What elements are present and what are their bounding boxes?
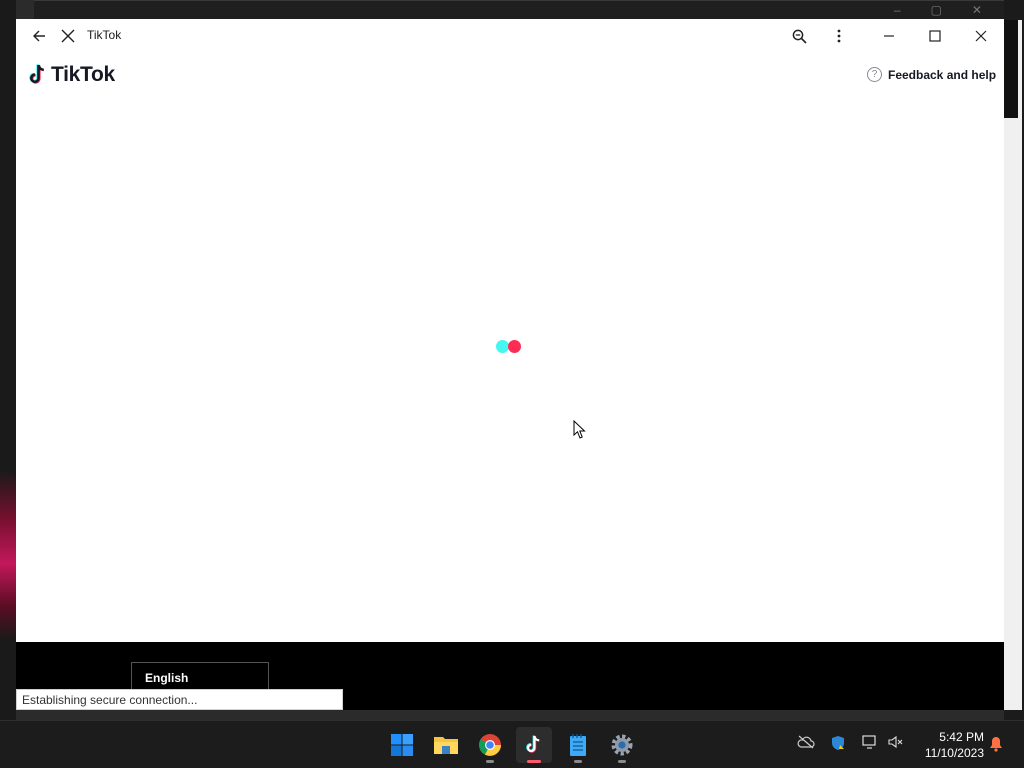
windows-taskbar: 5:42 PM 11/10/2023 [0, 720, 1024, 768]
maximize-icon[interactable] [922, 23, 948, 49]
tiktok-note-icon [29, 64, 45, 84]
minimize-icon[interactable] [876, 23, 902, 49]
system-clock[interactable]: 5:42 PM 11/10/2023 [914, 729, 984, 761]
window-titlebar: TikTok [16, 19, 1004, 53]
tiktok-logo[interactable]: TikTok [28, 63, 115, 87]
stop-loading-icon[interactable] [55, 23, 81, 49]
brand-name: TikTok [51, 63, 115, 86]
window-title: TikTok [87, 28, 122, 42]
mouse-cursor-icon [573, 419, 587, 445]
running-indicator [486, 760, 494, 763]
question-mark-icon: ? [867, 67, 882, 82]
loading-dot-red [508, 340, 521, 353]
feedback-help-link[interactable]: ? Feedback and help [867, 67, 996, 82]
volume-muted-icon[interactable] [888, 735, 904, 754]
notification-bell-icon[interactable] [989, 736, 1003, 757]
loading-spinner [496, 340, 526, 354]
close-icon[interactable] [968, 23, 994, 49]
feedback-help-label: Feedback and help [888, 67, 997, 82]
start-icon[interactable] [384, 727, 420, 763]
background-window-titlebar: –▢✕ [34, 0, 1024, 20]
back-arrow-icon[interactable] [26, 23, 52, 49]
active-indicator [527, 760, 541, 763]
zoom-icon[interactable] [786, 23, 812, 49]
security-shield-icon[interactable] [830, 735, 846, 756]
settings-icon[interactable] [604, 727, 640, 763]
network-icon[interactable] [862, 735, 878, 754]
more-options-icon[interactable] [826, 23, 852, 49]
running-indicator [574, 760, 582, 763]
background-window [1004, 20, 1022, 710]
notepad-icon[interactable] [560, 727, 596, 763]
file-explorer-icon[interactable] [428, 727, 464, 763]
language-selector[interactable]: English [131, 662, 269, 692]
background-window-controls: –▢✕ [893, 3, 1012, 17]
cloud-offline-icon[interactable] [797, 735, 815, 754]
status-bar: Establishing secure connection... [16, 689, 343, 710]
clock-date: 11/10/2023 [924, 746, 984, 760]
chrome-icon[interactable] [472, 727, 508, 763]
desktop-wallpaper-glow [0, 470, 16, 640]
tiktok-icon[interactable] [516, 727, 552, 763]
tiktok-app-window: TikTok TikTok ? Feedback and help Englis… [16, 19, 1004, 710]
running-indicator [618, 760, 626, 763]
clock-time: 5:42 PM [939, 730, 984, 744]
